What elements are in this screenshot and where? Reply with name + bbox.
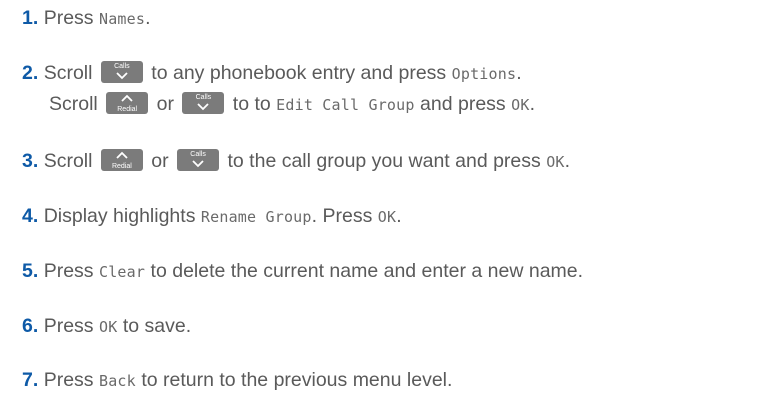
chevron-up-icon <box>116 151 128 159</box>
lcd-text-ok: OK <box>98 318 118 336</box>
chevron-down-icon <box>192 160 204 168</box>
step-4: 4. Display highlights Rename Group. Pres… <box>22 205 402 227</box>
step-7: 7. Press Back to return to the previous … <box>22 369 453 391</box>
step-1: 1. Press Names. <box>22 7 151 29</box>
lcd-text-rename-group: Rename Group <box>200 208 312 226</box>
step-2: 2. Scroll Calls to any phonebook entry a… <box>22 60 522 84</box>
step-number: 4 <box>22 205 33 227</box>
step-number: 5 <box>22 260 33 282</box>
chevron-down-icon <box>116 72 128 80</box>
step-number: 6 <box>22 315 33 337</box>
lcd-text-ok: OK <box>377 208 397 226</box>
step-5: 5. Press Clear to delete the current nam… <box>22 260 584 282</box>
lcd-text-names: Names <box>98 10 146 28</box>
calls-key: Calls <box>100 60 143 83</box>
lcd-text-options: Options <box>451 65 517 83</box>
chevron-down-icon <box>197 103 210 111</box>
step-6: 6. Press OK to save. <box>22 315 192 337</box>
calls-key: Calls <box>177 148 220 171</box>
step-number: 7 <box>22 369 33 391</box>
calls-key: Calls <box>182 91 225 114</box>
redial-key: Redial <box>100 148 143 171</box>
step-text: Press <box>43 7 99 29</box>
calls-key-label: Calls <box>114 62 130 70</box>
redial-key: Redial <box>106 91 149 114</box>
redial-key-label: Redial <box>117 105 138 113</box>
step-number: 3 <box>22 150 33 172</box>
lcd-text-ok: OK <box>546 153 565 171</box>
step-2-line-2: Scroll Redial or Calls to to Edit Call G… <box>49 91 535 115</box>
lcd-text-edit-call-group: Edit Call Group <box>276 96 415 114</box>
lcd-text-back: Back <box>98 372 136 390</box>
instruction-page: 1. Press Names. 2. Scroll Calls to any p… <box>0 0 760 409</box>
step-3: 3. Scroll Redial or Calls to the call gr… <box>22 148 571 172</box>
lcd-text-clear: Clear <box>98 263 146 281</box>
step-number: 2 <box>22 62 33 84</box>
lcd-text-ok: OK <box>511 96 530 114</box>
step-number: 1 <box>22 7 33 29</box>
chevron-up-icon <box>121 94 133 102</box>
